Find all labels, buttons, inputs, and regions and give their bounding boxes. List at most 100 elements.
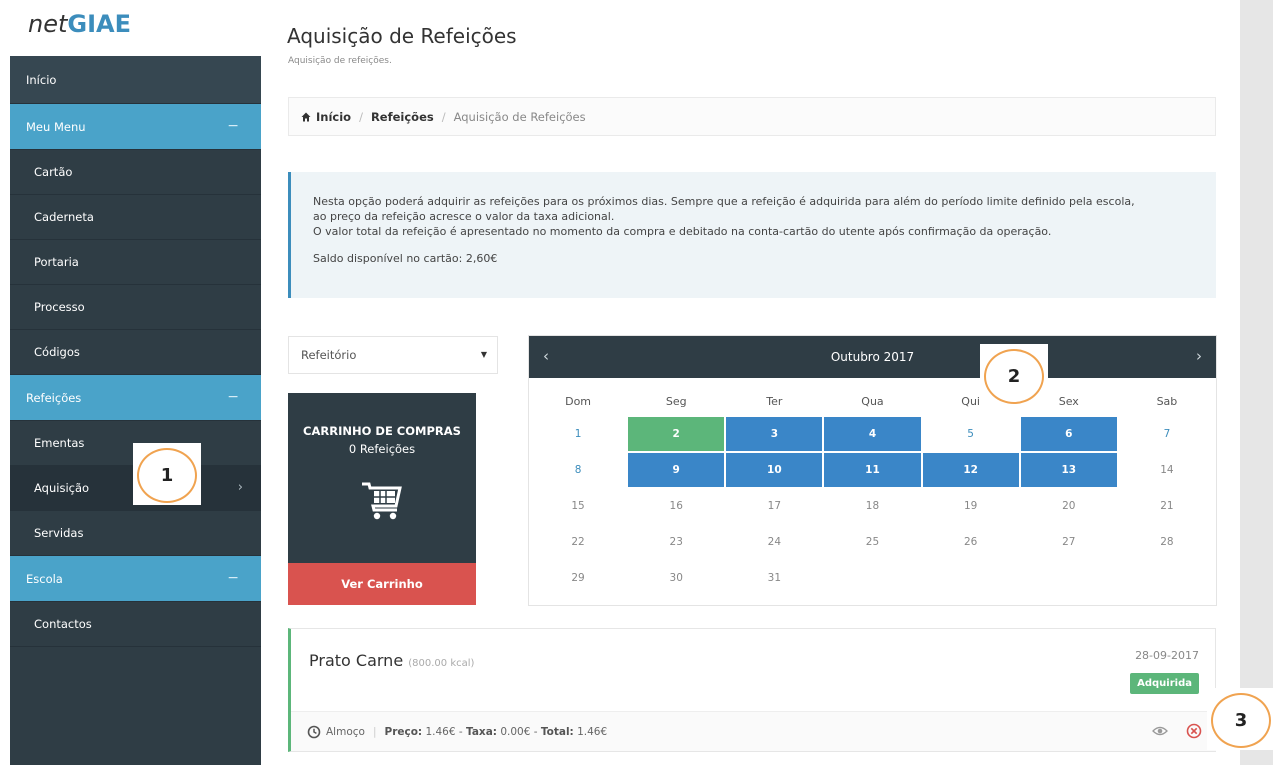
sidebar-item-codigos[interactable]: Códigos: [10, 330, 261, 375]
logo[interactable]: netGIAE: [10, 0, 261, 56]
sidebar-item-caderneta[interactable]: Caderneta: [10, 195, 261, 240]
cancel-meal-icon[interactable]: [1186, 723, 1202, 739]
calendar-day: 15: [571, 500, 585, 512]
meal-dash: -: [458, 725, 463, 738]
previous-month-button[interactable]: ‹: [543, 347, 549, 365]
status-badge: Adquirida: [1130, 673, 1199, 694]
sidebar-item-inicio[interactable]: Início: [10, 56, 261, 104]
tax-label: Taxa:: [466, 725, 497, 738]
meal-footer: Almoço | Preço: 1.46€ - Taxa: 0.00€ - To…: [291, 711, 1216, 751]
meal-tax: 0.00€: [500, 725, 531, 738]
breadcrumb: Início / Refeições / Aquisição de Refeiç…: [288, 97, 1216, 136]
card-balance: Saldo disponível no cartão: 2,60€: [313, 252, 498, 265]
cart-title: CARRINHO DE COMPRAS: [303, 424, 461, 438]
sidebar: netGIAE Início Meu Menu − Cartão Caderne…: [10, 0, 261, 765]
calendar: ‹ Outubro 2017 › Dom Seg Ter Qua Qui Sex Sab 1 2…: [528, 335, 1217, 606]
calendar-day[interactable]: 5: [923, 417, 1019, 451]
calendar-day: 24: [767, 536, 782, 548]
sidebar-item-label: Caderneta: [34, 210, 94, 224]
sidebar-item-label: Refeições: [26, 390, 82, 405]
calendar-empty-cell: [923, 561, 1019, 595]
annotation-callout-2: 2: [980, 344, 1048, 406]
sidebar-item-portaria[interactable]: Portaria: [10, 240, 261, 285]
next-month-button[interactable]: ›: [1196, 347, 1202, 365]
shopping-cart-panel: CARRINHO DE COMPRAS 0 Refeições Ver Carr…: [288, 393, 476, 605]
sidebar-item-label: Portaria: [34, 255, 79, 269]
calendar-day: 16: [669, 500, 683, 512]
shopping-cart-icon: [362, 482, 402, 520]
total-label: Total:: [540, 725, 574, 738]
meal-kcal: (800.00 kcal): [408, 658, 475, 669]
app-root: netGIAE Início Meu Menu − Cartão Caderne…: [0, 0, 1273, 765]
calendar-day[interactable]: 9: [628, 453, 725, 487]
meal-price: 1.46€: [425, 725, 456, 738]
collapse-icon[interactable]: −: [227, 389, 239, 405]
calendar-day: 23: [669, 536, 683, 548]
sidebar-group-meu-menu[interactable]: Meu Menu −: [10, 104, 261, 150]
calendar-grid: Dom Seg Ter Qua Qui Sex Sab 1 2 3 4 5 6 7 8 9 10 11 12 13 14…: [529, 386, 1216, 596]
eye-icon[interactable]: [1152, 725, 1168, 737]
calendar-day[interactable]: 10: [726, 453, 823, 487]
sidebar-item-servidas[interactable]: Servidas: [10, 511, 261, 556]
calendar-day[interactable]: 3: [726, 417, 823, 451]
sidebar-item-contactos[interactable]: Contactos: [10, 602, 261, 647]
breadcrumb-separator: /: [359, 109, 363, 124]
breadcrumb-refeicoes[interactable]: Refeições: [371, 110, 434, 124]
sidebar-group-refeicoes[interactable]: Refeições −: [10, 375, 261, 421]
meal-title: Prato Carne (800.00 kcal): [309, 651, 474, 670]
calendar-day: 18: [865, 500, 880, 512]
sidebar-group-escola[interactable]: Escola −: [10, 556, 261, 602]
sidebar-item-label: Contactos: [34, 617, 92, 631]
breadcrumb-separator: /: [441, 109, 446, 124]
collapse-icon[interactable]: −: [227, 118, 239, 134]
meal-separator: |: [372, 725, 377, 738]
sidebar-item-label: Servidas: [34, 526, 84, 540]
info-text-line: Nesta opção poderá adquirir as refeições…: [313, 195, 1135, 208]
calendar-day[interactable]: 8: [530, 453, 626, 487]
logo-giae: GIAE: [67, 10, 131, 38]
calendar-weekday: Sab: [1156, 394, 1178, 408]
calendar-day: 19: [963, 500, 978, 512]
sidebar-item-label: Meu Menu: [26, 119, 86, 134]
breadcrumb-home[interactable]: Início: [316, 110, 351, 124]
calendar-day[interactable]: 4: [824, 417, 921, 451]
calendar-day: 25: [865, 536, 880, 548]
sidebar-item-label: Cartão: [34, 165, 73, 179]
breadcrumb-current: Aquisição de Refeições: [453, 109, 586, 124]
calendar-day[interactable]: 12: [922, 453, 1019, 487]
right-gutter: [1240, 0, 1273, 765]
calendar-weekday: Dom: [565, 394, 592, 408]
calendar-day[interactable]: 13: [1020, 453, 1117, 487]
info-text-line: ao preço da refeição acresce o valor da …: [313, 210, 615, 223]
sidebar-item-processo[interactable]: Processo: [10, 285, 261, 330]
callout-number: 1: [137, 448, 197, 503]
collapse-icon[interactable]: −: [227, 570, 239, 586]
calendar-weekday: Qua: [861, 394, 884, 408]
calendar-empty-cell: [1119, 561, 1215, 595]
calendar-day: 17: [767, 500, 782, 512]
sidebar-item-label: Aquisição: [34, 481, 90, 495]
calendar-day[interactable]: 7: [1119, 417, 1215, 451]
sidebar-item-label: Início: [26, 72, 57, 87]
calendar-day: 14: [1160, 464, 1174, 476]
calendar-month: Outubro 2017: [830, 350, 915, 364]
location-select[interactable]: Refeitório ▼: [288, 336, 498, 374]
calendar-day: 21: [1160, 500, 1174, 512]
page-subtitle: Aquisição de refeições.: [288, 56, 392, 66]
calendar-day: 30: [669, 572, 683, 584]
view-cart-button[interactable]: Ver Carrinho: [288, 563, 476, 605]
calendar-day[interactable]: 2: [628, 417, 725, 451]
sidebar-item-cartao[interactable]: Cartão: [10, 150, 261, 195]
price-label: Preço:: [384, 725, 423, 738]
calendar-day[interactable]: 1: [530, 417, 626, 451]
cart-count: 0 Refeições: [348, 442, 416, 456]
meal-card: Prato Carne (800.00 kcal) 28-09-2017 Adq…: [288, 628, 1216, 752]
calendar-day: 31: [767, 572, 782, 584]
info-text-line: O valor total da refeição é apresentado …: [313, 225, 1052, 238]
sidebar-item-label: Códigos: [34, 345, 80, 359]
meal-dash: -: [533, 725, 538, 738]
calendar-day[interactable]: 11: [824, 453, 921, 487]
calendar-day[interactable]: 6: [1020, 417, 1117, 451]
clock-icon: [307, 725, 321, 738]
caret-down-icon: ▼: [480, 350, 487, 359]
